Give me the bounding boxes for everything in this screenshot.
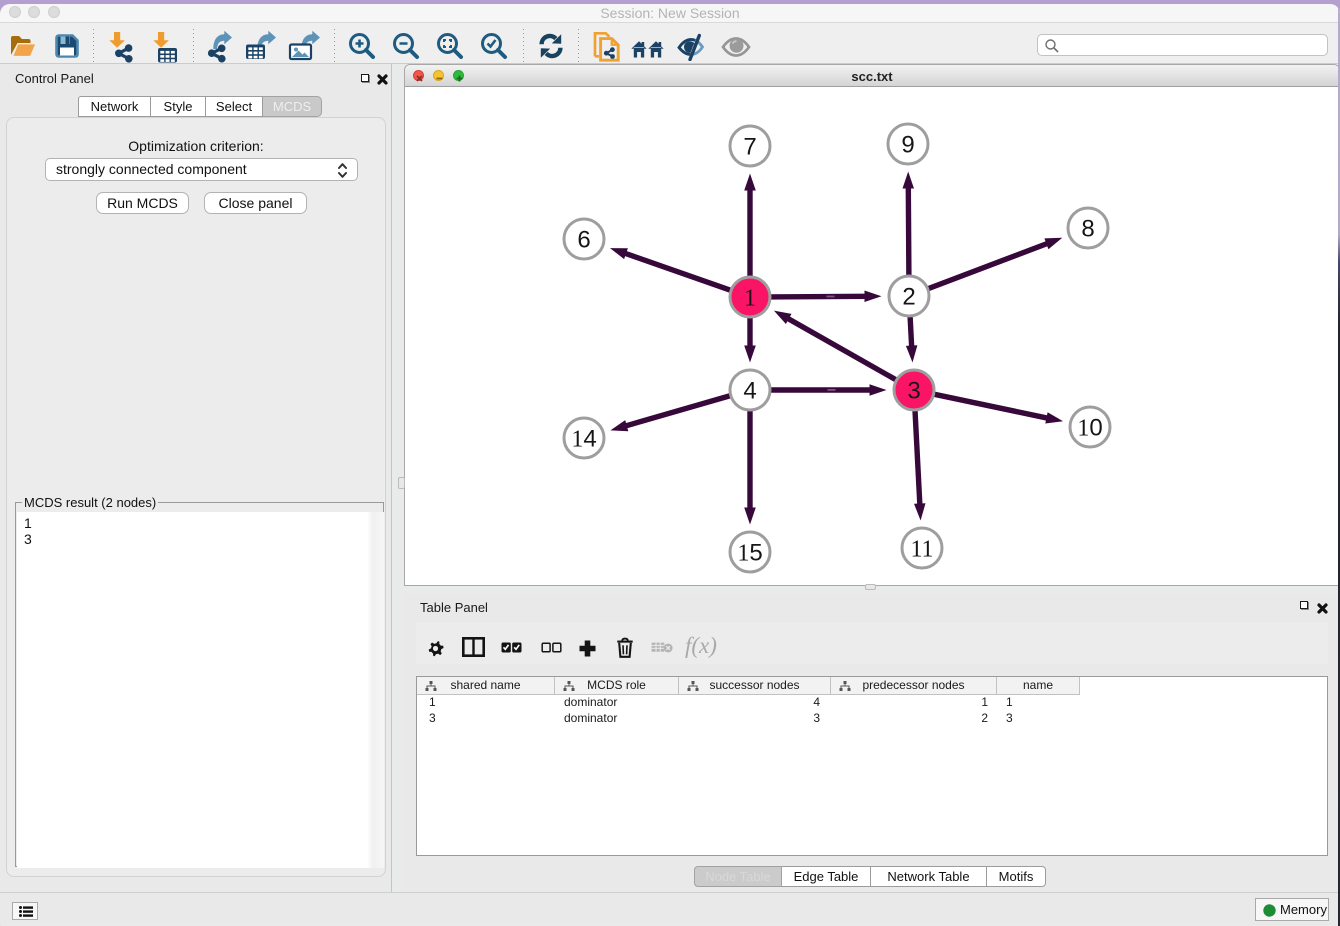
svg-text:8: 8: [1081, 216, 1094, 243]
svg-text:11: 11: [910, 537, 933, 563]
svg-text:15: 15: [737, 540, 762, 567]
svg-text:1: 1: [744, 286, 756, 312]
svg-text:2: 2: [902, 284, 915, 311]
svg-text:6: 6: [577, 227, 590, 254]
svg-text:14: 14: [571, 426, 596, 453]
svg-text:9: 9: [901, 132, 914, 159]
svg-text:4: 4: [743, 378, 756, 405]
svg-text:3: 3: [907, 378, 920, 405]
svg-text:7: 7: [743, 134, 756, 161]
svg-text:10: 10: [1077, 415, 1102, 442]
